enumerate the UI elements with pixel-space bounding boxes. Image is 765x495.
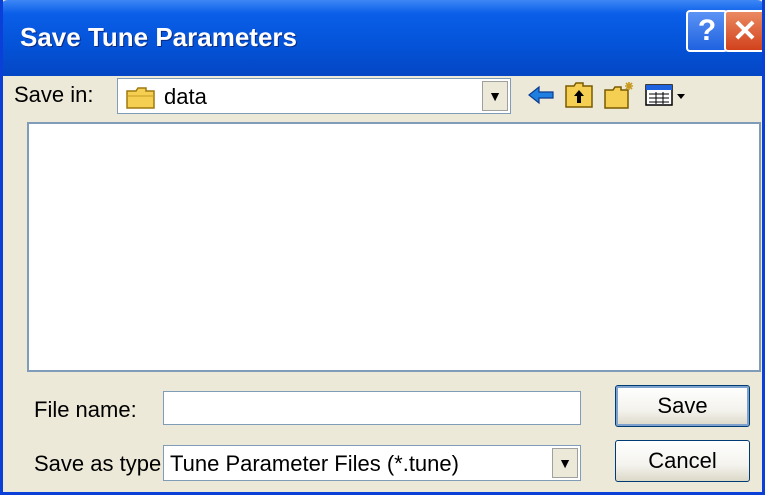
save-as-type-label: Save as type: <box>34 451 168 476</box>
cancel-button-label: Cancel <box>648 448 717 473</box>
file-list[interactable] <box>27 122 761 372</box>
save-as-type-dropdown[interactable]: Tune Parameter Files (*.tune) ▼ <box>163 445 581 481</box>
save-in-label: Save in: <box>14 82 94 107</box>
up-one-level-icon[interactable] <box>563 80 595 110</box>
help-button[interactable]: ? <box>686 10 728 52</box>
save-in-value: data <box>164 84 207 109</box>
back-arrow-icon[interactable] <box>525 80 557 110</box>
view-menu-icon[interactable] <box>643 80 693 110</box>
title-bar[interactable]: Save Tune Parameters ? ✕ <box>3 0 762 76</box>
folder-icon <box>126 87 155 109</box>
file-name-input[interactable] <box>163 391 581 425</box>
file-name-label: File name: <box>34 397 137 422</box>
save-as-type-dropdown-arrow[interactable]: ▼ <box>552 448 578 478</box>
save-in-dropdown-arrow[interactable]: ▼ <box>482 81 508 111</box>
close-button[interactable]: ✕ <box>724 10 762 52</box>
save-in-dropdown[interactable]: data ▼ <box>117 78 511 114</box>
dialog-title: Save Tune Parameters <box>20 22 297 52</box>
save-dialog: Save Tune Parameters ? ✕ Save in: data ▼ <box>0 0 765 495</box>
save-as-type-value: Tune Parameter Files (*.tune) <box>170 451 459 476</box>
close-icon: ✕ <box>732 14 758 48</box>
new-folder-icon[interactable] <box>603 80 635 110</box>
cancel-button[interactable]: Cancel <box>615 440 750 482</box>
save-button[interactable]: Save <box>615 385 750 427</box>
save-button-label: Save <box>657 393 708 418</box>
help-icon: ? <box>697 14 717 47</box>
